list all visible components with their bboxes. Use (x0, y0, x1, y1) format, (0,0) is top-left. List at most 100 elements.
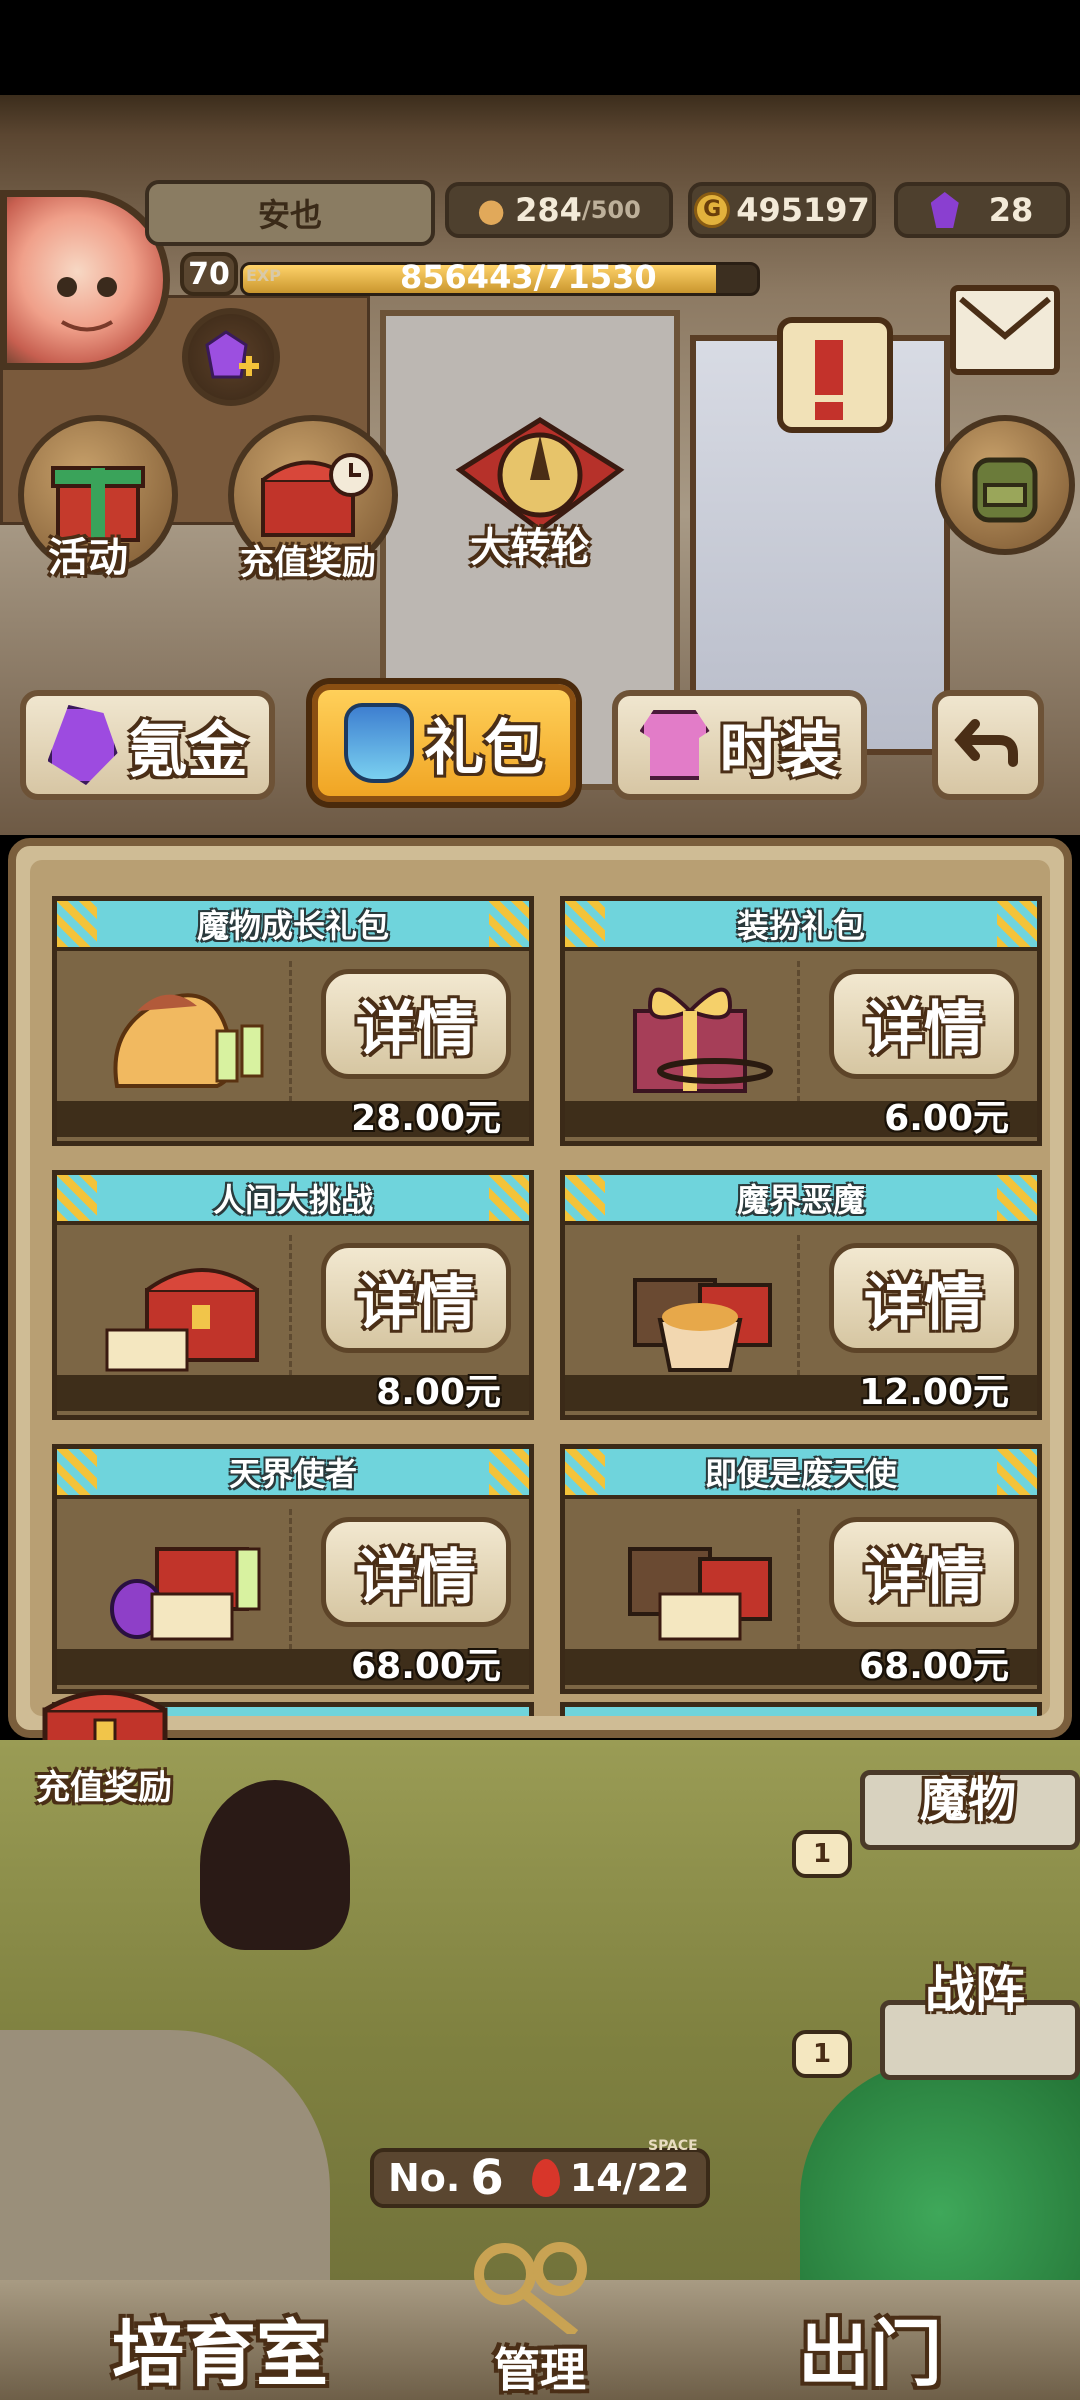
room-no-label: No. (388, 2156, 461, 2200)
gem-amount: 28 (988, 191, 1034, 229)
bread-icon: ● (477, 191, 506, 229)
crystal-icon (47, 705, 118, 785)
level-badge: 70 (180, 252, 238, 296)
gold-counter[interactable]: G 495197 (688, 182, 876, 238)
nursery-label: 培育室 (111, 2312, 328, 2396)
gift-bag-icon (344, 703, 414, 783)
card-divider (797, 1235, 800, 1385)
pack-price: 12.00元 (565, 1375, 1037, 1411)
gold-coin-icon: G (694, 192, 731, 228)
go-out-button[interactable]: 出门 (700, 2295, 1040, 2400)
tab-gift-pack-label: 礼包 (424, 713, 544, 784)
detail-button[interactable]: 详情 (321, 1243, 511, 1353)
card-divider (289, 1509, 292, 1659)
detail-button[interactable]: 详情 (321, 1517, 511, 1627)
player-name-plate: 安也 (145, 180, 435, 246)
formation-label: 战阵 (925, 1961, 1025, 2019)
tab-costume[interactable]: 时装 (612, 690, 867, 800)
recharge-reward-label: 充值奖励 (240, 543, 376, 583)
pack-card: 魔界恶魔 详情 12.00元 (560, 1170, 1042, 1420)
scroll-quill-icon (777, 317, 893, 433)
status-bar-area (0, 0, 1080, 95)
pack-card: 天界使者 详情 68.00元 (52, 1444, 534, 1694)
detail-button[interactable]: 详情 (829, 1517, 1019, 1627)
chest-bread-basket-icon (585, 1245, 805, 1375)
nursery-button[interactable]: 培育室 (60, 2295, 380, 2400)
card-divider (289, 1235, 292, 1385)
mail-button[interactable] (950, 285, 1060, 375)
tab-gift-pack[interactable]: 礼包 (312, 684, 576, 802)
add-gems-button[interactable] (182, 308, 280, 406)
pack-card: 即便是废天使 详情 68.00元 (560, 1444, 1042, 1694)
monster-character (200, 1780, 350, 1950)
card-divider (289, 961, 292, 1111)
pack-title: 魔界恶魔 (565, 1175, 1037, 1225)
chest-ticket-icon (77, 1245, 297, 1375)
pudding-slime-icon (77, 971, 297, 1101)
floating-recharge-reward-label: 充值奖励 (36, 1768, 172, 1808)
pack-title: 人间大挑战 (57, 1175, 529, 1225)
keys-icon (474, 2242, 587, 2334)
angel-chest-potion-icon (77, 1519, 297, 1649)
room-capacity-bar: No. 6 14/22 (370, 2148, 710, 2208)
back-button[interactable] (932, 690, 1044, 800)
go-out-label: 出门 (797, 2312, 942, 2396)
stamina-max: /500 (581, 196, 641, 224)
detail-button[interactable]: 详情 (829, 1243, 1019, 1353)
slot-level-badge: 1 (792, 1830, 852, 1878)
avatar-face-icon (57, 277, 117, 332)
gold-amount: 495197 (736, 191, 870, 229)
outfit-icon (639, 710, 710, 780)
gem-plus-icon (205, 330, 259, 379)
pack-title: 天界使者 (57, 1449, 529, 1499)
pack-price: 68.00元 (565, 1649, 1037, 1685)
gem-counter[interactable]: 28 (894, 182, 1070, 238)
pack-card: 装扮礼包 详情 6.00元 (560, 896, 1042, 1146)
exp-value: 856443/71530 (400, 258, 657, 296)
tab-krypton[interactable]: 氪金 (20, 690, 275, 800)
tab-costume-label: 时装 (719, 715, 840, 786)
slot-level-value: 1 (812, 1839, 832, 1869)
pack-title: 装扮礼包 (565, 901, 1037, 951)
backpack-button[interactable] (935, 415, 1075, 555)
detail-button[interactable]: 详情 (321, 969, 511, 1079)
slot-level-value: 1 (812, 2039, 832, 2069)
shop-panel: 魔物成长礼包 详情 28.00元 装扮礼包 详情 6.00元 人间大挑战 详情 … (8, 838, 1072, 1738)
backpack-icon (972, 457, 1038, 523)
stamina-counter[interactable]: ● 284 /500 (445, 182, 673, 238)
treasure-chest-clock-icon (261, 453, 373, 537)
quest-scroll-button[interactable] (760, 300, 920, 460)
pack-card-partial (560, 1702, 1042, 1716)
stamina-current: 284 (515, 191, 582, 229)
pack-grid[interactable]: 魔物成长礼包 详情 28.00元 装扮礼包 详情 6.00元 人间大挑战 详情 … (30, 860, 1050, 1716)
room-no: 6 (470, 2150, 504, 2206)
return-arrow-icon (954, 719, 1018, 767)
dress-up-gift-icon (585, 971, 805, 1101)
purple-gem-icon (930, 192, 959, 228)
big-wheel-label: 大转轮 (470, 525, 590, 571)
pack-card: 魔物成长礼包 详情 28.00元 (52, 896, 534, 1146)
pack-title: 魔物成长礼包 (57, 901, 529, 951)
manage-label: 管理 (494, 2343, 586, 2397)
player-level: 70 (188, 256, 230, 292)
activity-label: 活动 (48, 535, 128, 581)
pack-price: 28.00元 (57, 1101, 529, 1137)
space-label: SPACE (648, 2138, 698, 2154)
pack-price: 6.00元 (565, 1101, 1037, 1137)
pack-title: 即便是废天使 (565, 1449, 1037, 1499)
monster-label: 魔物 (920, 1772, 1017, 1828)
manage-button[interactable]: 管理 (440, 2225, 640, 2400)
tab-krypton-label: 氪金 (127, 715, 248, 786)
slot-level-badge: 1 (792, 2030, 852, 2078)
flame-icon (531, 2159, 560, 2197)
pack-card: 人间大挑战 详情 8.00元 (52, 1170, 534, 1420)
envelope-icon (959, 296, 1051, 340)
card-divider (797, 1509, 800, 1659)
pack-price: 8.00元 (57, 1375, 529, 1411)
detail-button[interactable]: 详情 (829, 969, 1019, 1079)
exp-label: EXP (246, 266, 281, 285)
player-name: 安也 (257, 196, 322, 234)
card-divider (797, 961, 800, 1111)
capacity-value: 14/22 (569, 2156, 690, 2200)
double-chest-ticket-icon (585, 1519, 805, 1649)
